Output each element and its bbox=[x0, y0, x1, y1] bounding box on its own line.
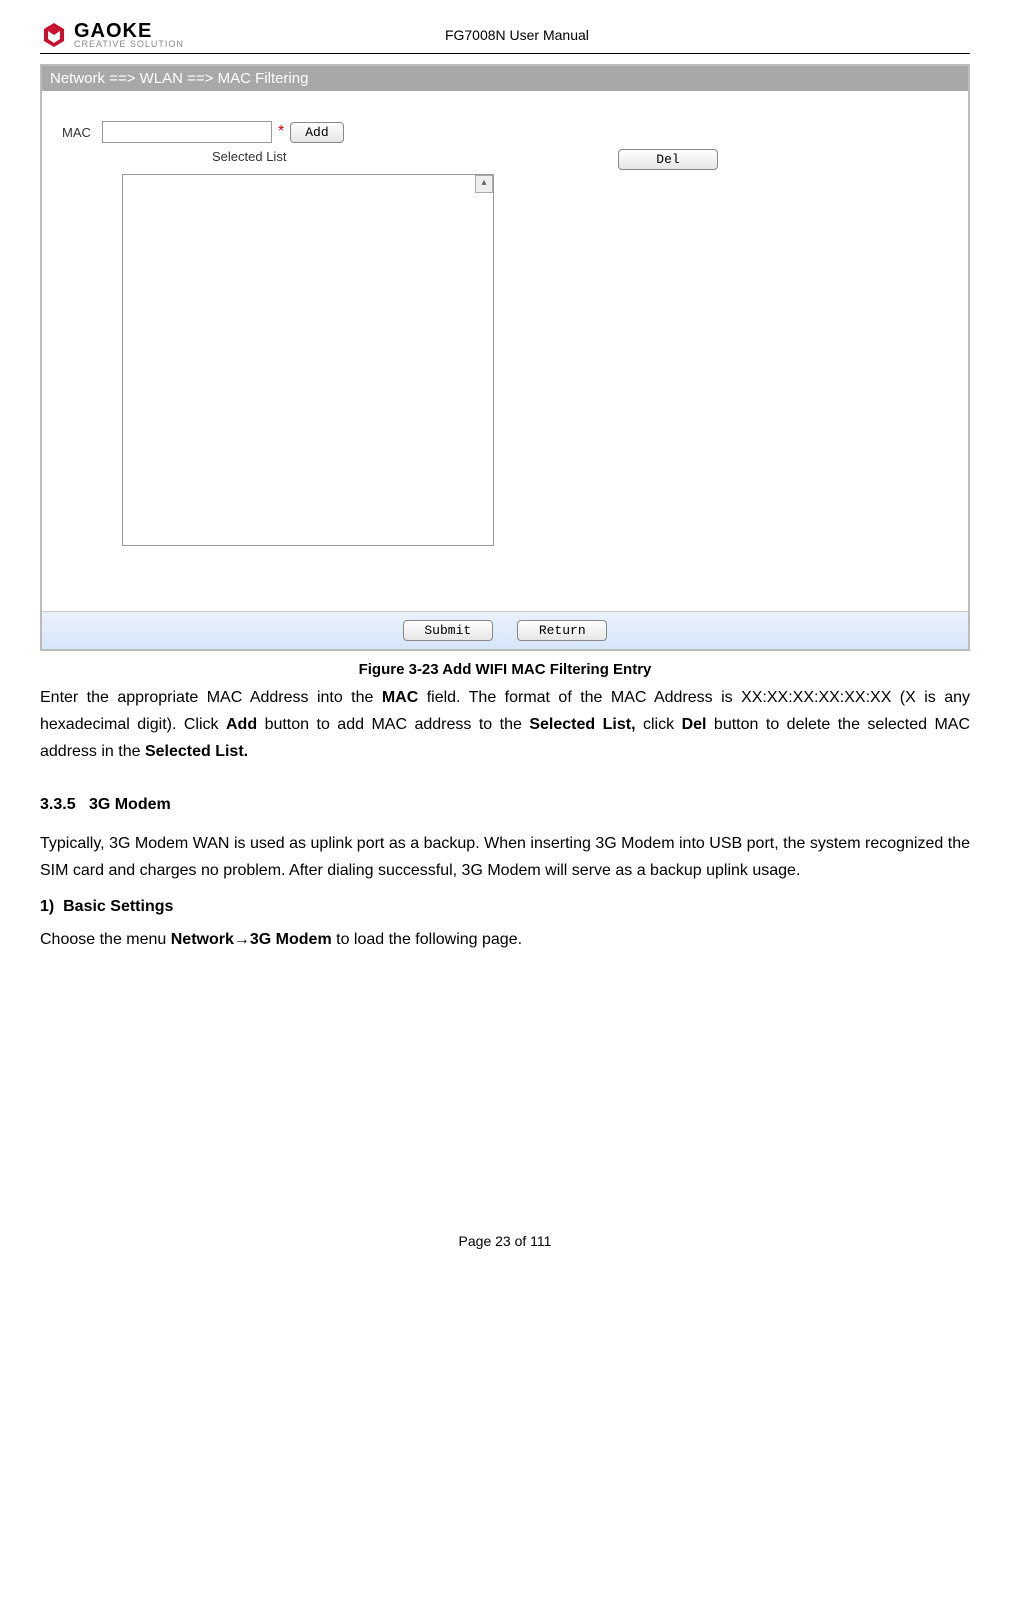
selected-list-label: Selected List bbox=[212, 149, 286, 164]
screenshot-panel: Network ==> WLAN ==> MAC Filtering MAC *… bbox=[40, 64, 970, 651]
section-heading: 3.3.5 3G Modem bbox=[40, 796, 970, 814]
mac-input[interactable] bbox=[102, 121, 272, 143]
paragraph-1: Enter the appropriate MAC Address into t… bbox=[40, 684, 970, 766]
add-button[interactable]: Add bbox=[290, 122, 343, 143]
paragraph-2: Typically, 3G Modem WAN is used as uplin… bbox=[40, 830, 970, 884]
selected-list-box[interactable]: ▴ bbox=[122, 174, 494, 546]
paragraph-3: Choose the menu Network→3G Modem to load… bbox=[40, 926, 970, 953]
required-mark: * bbox=[278, 123, 284, 141]
logo-icon bbox=[40, 21, 68, 49]
submit-button[interactable]: Submit bbox=[403, 620, 493, 641]
scroll-up-icon[interactable]: ▴ bbox=[475, 175, 493, 193]
figure-caption: Figure 3-23 Add WIFI MAC Filtering Entry bbox=[40, 661, 970, 678]
breadcrumb: Network ==> WLAN ==> MAC Filtering bbox=[42, 66, 968, 91]
bottom-button-bar: Submit Return bbox=[42, 611, 968, 649]
page-header: GAOKE CREATIVE SOLUTION FG7008N User Man… bbox=[40, 20, 970, 54]
return-button[interactable]: Return bbox=[517, 620, 607, 641]
page-footer: Page 23 of 111 bbox=[40, 1233, 970, 1249]
logo-tagline: CREATIVE SOLUTION bbox=[74, 39, 184, 49]
mac-label: MAC bbox=[62, 125, 102, 140]
sub-heading: 1) Basic Settings bbox=[40, 898, 970, 916]
del-button[interactable]: Del bbox=[618, 149, 718, 170]
manual-title: FG7008N User Manual bbox=[184, 27, 850, 43]
logo: GAOKE CREATIVE SOLUTION bbox=[40, 20, 184, 49]
